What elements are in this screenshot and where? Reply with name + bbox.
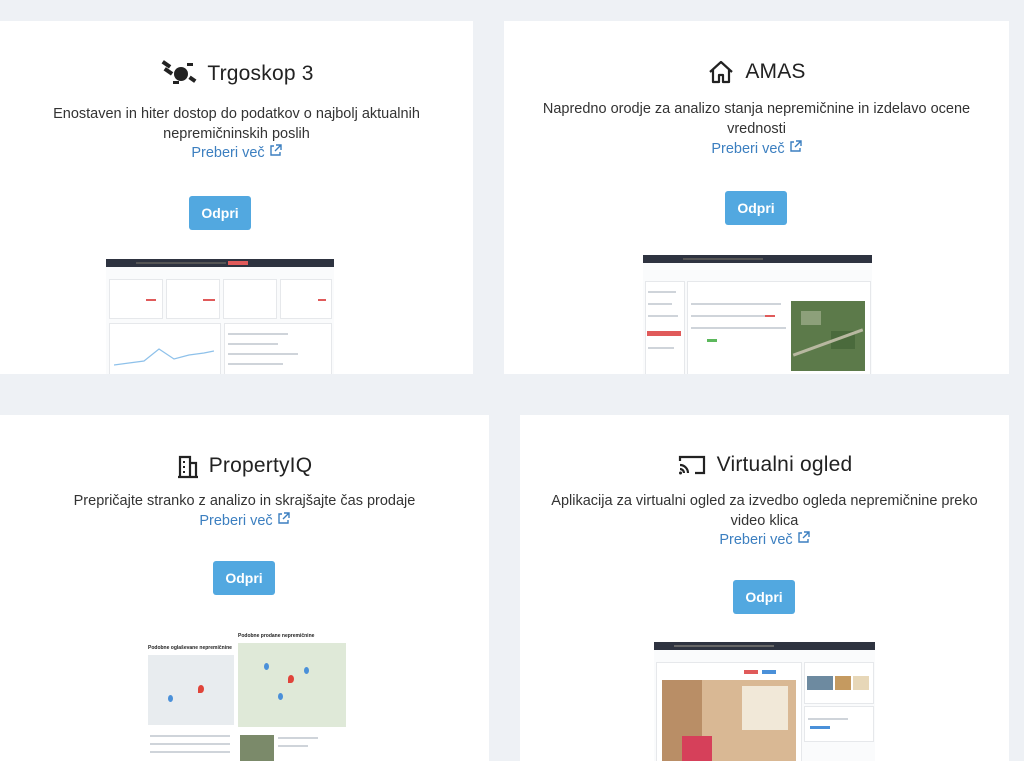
card-description: Napredno orodje za analizo stanja neprem… [542, 101, 971, 137]
cast-icon [677, 453, 707, 477]
card-description: Enostaven in hiter dostop do podatkov o … [53, 106, 420, 142]
map-thumbnail [791, 301, 865, 371]
external-link-icon [797, 531, 810, 548]
card-title-row: AMAS [504, 59, 1009, 85]
room-photo [662, 680, 796, 761]
card-description: Prepričajte stranko z analizo in skrajša… [73, 493, 416, 509]
card-title-row: Virtualni ogled [520, 453, 1009, 477]
card-title: PropertyIQ [208, 454, 313, 477]
read-more-label: Preberi več [191, 144, 265, 161]
card-title: AMAS [745, 60, 806, 83]
app-preview-screenshot: Podobne oglaševane nepremičnine Podobne … [146, 631, 348, 761]
open-button[interactable]: Odpri [733, 580, 795, 614]
preview-heading: Podobne oglaševane nepremičnine [148, 645, 232, 651]
app-card-propertyiq: PropertyIQ Prepričajte stranko z analizo… [0, 415, 489, 761]
open-button[interactable]: Odpri [189, 196, 251, 230]
app-preview-screenshot [106, 259, 334, 374]
read-more-link[interactable]: Preberi več [520, 531, 1009, 548]
read-more-link[interactable]: Preberi več [0, 144, 473, 161]
read-more-label: Preberi več [719, 531, 793, 548]
external-link-icon [789, 140, 802, 157]
app-card-virtualni-ogled: Virtualni ogled Aplikacija za virtualni … [520, 415, 1009, 761]
card-title: Virtualni ogled [716, 453, 853, 476]
building-icon [177, 453, 199, 479]
card-title-row: Trgoskop 3 [0, 59, 473, 89]
external-link-icon [269, 144, 282, 161]
home-icon [707, 59, 735, 85]
read-more-link[interactable]: Preberi več [0, 512, 489, 529]
read-more-link[interactable]: Preberi več [504, 140, 1009, 157]
app-preview-screenshot [643, 255, 872, 374]
read-more-label: Preberi več [711, 140, 785, 157]
satellite-icon [159, 59, 197, 89]
open-button[interactable]: Odpri [725, 191, 787, 225]
card-description: Aplikacija za virtualni ogled za izvedbo… [551, 493, 978, 529]
app-card-amas: AMAS Napredno orodje za analizo stanja n… [504, 21, 1009, 374]
read-more-label: Preberi več [199, 512, 273, 529]
app-preview-screenshot [654, 642, 875, 761]
external-link-icon [277, 512, 290, 529]
app-card-trgoskop: Trgoskop 3 Enostaven in hiter dostop do … [0, 21, 473, 374]
card-title-row: PropertyIQ [0, 453, 489, 479]
map-thumbnail [238, 643, 346, 727]
card-title: Trgoskop 3 [207, 62, 314, 85]
open-button[interactable]: Odpri [213, 561, 275, 595]
preview-heading: Podobne prodane nepremičnine [238, 633, 315, 639]
map-thumbnail [148, 655, 234, 725]
